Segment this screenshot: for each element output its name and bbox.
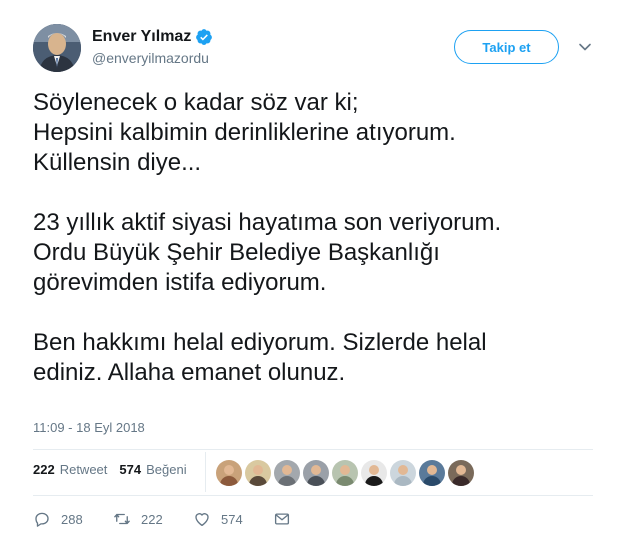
- heart-icon: [195, 513, 209, 527]
- retweet-button[interactable]: 222: [113, 510, 193, 528]
- like-count: 574: [221, 511, 243, 527]
- author-avatar[interactable]: [33, 24, 81, 72]
- divider: [33, 495, 593, 496]
- retweet-count: 222: [141, 511, 163, 527]
- tweet-stats: 222 Retweet 574 Beğeni: [33, 462, 187, 477]
- tweet-text: Söylenecek o kadar söz var ki; Hepsini k…: [33, 88, 603, 388]
- liker-face: [398, 465, 408, 475]
- retweet-icon: [114, 513, 130, 525]
- direct-message-button[interactable]: [273, 510, 353, 528]
- stats-separator: [205, 452, 206, 492]
- author-handle[interactable]: @enveryilmazordu: [92, 50, 213, 66]
- verified-badge-icon: [196, 29, 213, 45]
- like-stat-label: Beğeni: [146, 462, 187, 477]
- liker-body: [307, 476, 325, 486]
- like-stat[interactable]: 574 Beğeni: [119, 462, 186, 477]
- tweet-line: Küllensin diye...: [33, 149, 202, 176]
- liker-face: [282, 465, 292, 475]
- liker-face: [311, 465, 321, 475]
- tweet-line: Ben hakkımı helal ediyorum. Sizlerde hel…: [33, 329, 487, 356]
- retweet-stat-count: 222: [33, 462, 55, 477]
- liker-avatars: [216, 460, 477, 486]
- follow-button[interactable]: Takip et: [454, 30, 559, 64]
- tweet-line: görevimden istifa ediyorum.: [33, 269, 327, 296]
- liker-avatar[interactable]: [332, 460, 358, 486]
- tweet-timestamp[interactable]: 11:09 - 18 Eyl 2018: [33, 420, 145, 435]
- liker-face: [427, 465, 437, 475]
- divider: [33, 449, 593, 450]
- reply-count: 288: [61, 511, 83, 527]
- liker-body: [452, 476, 470, 486]
- liker-body: [394, 476, 412, 486]
- liker-body: [336, 476, 354, 486]
- retweet-stat[interactable]: 222 Retweet: [33, 462, 107, 477]
- liker-face: [456, 465, 466, 475]
- tweet-actions: 288 222 574: [33, 510, 353, 528]
- liker-face: [340, 465, 350, 475]
- author-name[interactable]: Enver Yılmaz: [92, 28, 191, 46]
- liker-body: [220, 476, 238, 486]
- like-stat-count: 574: [119, 462, 142, 477]
- author-info: Enver Yılmaz @enveryilmazordu: [92, 28, 213, 66]
- name-row: Enver Yılmaz: [92, 28, 213, 46]
- liker-body: [278, 476, 296, 486]
- chevron-down-icon[interactable]: [578, 40, 592, 54]
- liker-avatar[interactable]: [361, 460, 387, 486]
- liker-body: [249, 476, 267, 486]
- reply-button[interactable]: 288: [33, 510, 113, 528]
- retweet-stat-label: Retweet: [59, 462, 108, 477]
- liker-avatar[interactable]: [448, 460, 474, 486]
- liker-avatar[interactable]: [245, 460, 271, 486]
- liker-avatar[interactable]: [419, 460, 445, 486]
- tweet-line: Hepsini kalbimin derinliklerine atıyorum…: [33, 119, 456, 146]
- liker-face: [369, 465, 379, 475]
- tweet-line: Söylenecek o kadar söz var ki;: [33, 89, 359, 116]
- reply-icon: [35, 512, 49, 527]
- liker-avatar[interactable]: [216, 460, 242, 486]
- liker-avatar[interactable]: [390, 460, 416, 486]
- liker-body: [423, 476, 441, 486]
- liker-avatar[interactable]: [303, 460, 329, 486]
- envelope-icon: [274, 513, 290, 525]
- tweet-line: 23 yıllık aktif siyasi hayatıma son veri…: [33, 209, 502, 236]
- like-button[interactable]: 574: [193, 510, 273, 528]
- avatar-image: [33, 24, 81, 72]
- liker-face: [224, 465, 234, 475]
- liker-face: [253, 465, 263, 475]
- tweet-line: ediniz. Allaha emanet olunuz.: [33, 359, 346, 386]
- liker-body: [365, 476, 383, 486]
- liker-avatar[interactable]: [274, 460, 300, 486]
- tweet-line: Ordu Büyük Şehir Belediye Başkanlığı: [33, 239, 440, 266]
